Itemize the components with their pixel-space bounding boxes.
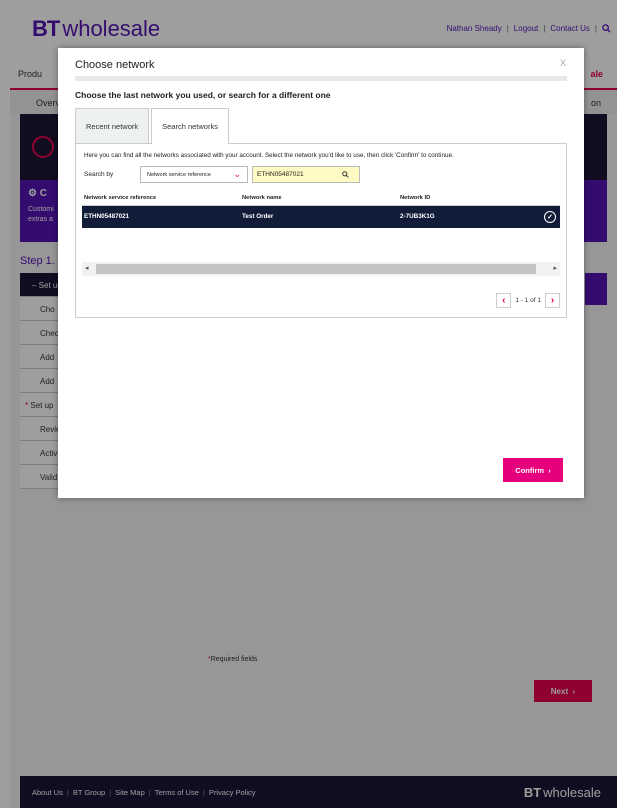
search-icon[interactable] [342, 171, 349, 178]
prev-page-button[interactable]: ‹ [496, 292, 512, 308]
table-header: Network service reference Network name N… [82, 192, 560, 206]
search-by-label: Search by [84, 171, 114, 178]
chevron-down-icon: ⌄ [233, 169, 241, 179]
modal-subtitle: Choose the last network you used, or sea… [75, 90, 331, 100]
tab-recent-network[interactable]: Recent network [75, 108, 150, 143]
scroll-right-icon[interactable]: ▸ [553, 264, 557, 272]
cell-network-ref: ETHN05487021 [84, 213, 130, 220]
confirm-button[interactable]: Confirm › [503, 458, 563, 482]
network-tabs: Recent network Search networks [75, 108, 229, 144]
search-input[interactable]: ETHN05487021 [252, 166, 360, 183]
pagination: ‹ 1 - 1 of 1 › [496, 292, 560, 308]
table-row[interactable]: ETHN05487021 Test Order 2-7UB3K1G ✓ [82, 206, 560, 228]
search-networks-panel: Here you can find all the networks assoc… [75, 143, 567, 318]
page-range: 1 - 1 of 1 [515, 296, 541, 304]
modal-title: Choose network [75, 59, 155, 71]
column-header: Network ID [400, 195, 431, 201]
column-header: Network service reference [84, 195, 157, 201]
column-header: Network name [242, 195, 282, 201]
scroll-left-icon[interactable]: ◂ [85, 264, 89, 272]
modal-divider [75, 76, 567, 81]
scrollbar-thumb[interactable] [96, 264, 536, 274]
next-page-button[interactable]: › [545, 292, 560, 308]
tab-search-networks[interactable]: Search networks [151, 108, 229, 144]
cell-network-name: Test Order [242, 213, 274, 220]
close-button[interactable]: X [560, 58, 566, 68]
cell-network-id: 2-7UB3K1G [400, 213, 435, 220]
choose-network-modal: Choose network X Choose the last network… [58, 48, 584, 498]
horizontal-scrollbar[interactable]: ◂ ▸ [82, 262, 560, 276]
panel-description: Here you can find all the networks assoc… [84, 152, 454, 159]
search-by-select[interactable]: Network service reference ⌄ [140, 166, 248, 183]
check-circle-icon: ✓ [544, 211, 556, 223]
